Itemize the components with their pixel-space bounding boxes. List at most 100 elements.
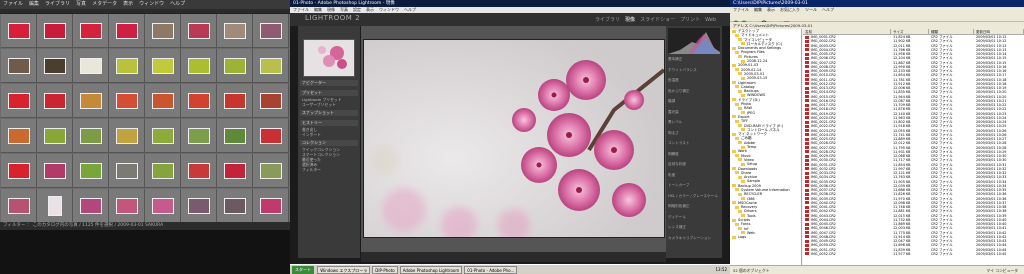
photo-thumbnail[interactable]: [7, 22, 30, 39]
folder-icon[interactable]: [735, 188, 739, 192]
raw-file-icon[interactable]: [805, 56, 809, 60]
folder-icon[interactable]: [741, 197, 745, 201]
grid-cell[interactable]: [253, 84, 289, 118]
grid-cell[interactable]: [109, 189, 145, 223]
photo-thumbnail[interactable]: [7, 162, 30, 179]
folder-icon[interactable]: [738, 55, 742, 59]
raw-file-icon[interactable]: [805, 129, 809, 132]
folder-icon[interactable]: [738, 89, 742, 93]
folder-icon[interactable]: [735, 50, 739, 54]
raw-file-icon[interactable]: [805, 171, 809, 175]
folder-icon[interactable]: [738, 158, 742, 162]
folder-icon[interactable]: [735, 68, 739, 72]
photo-thumbnail[interactable]: [187, 127, 210, 144]
photo-thumbnail[interactable]: [43, 127, 66, 144]
grid-cell[interactable]: [73, 84, 109, 118]
monitor1-menu-item[interactable]: ファイル: [3, 1, 23, 7]
tree-item-label[interactable]: Logs: [738, 235, 746, 239]
develop-setting[interactable]: 色かぶり補正: [668, 89, 720, 94]
raw-file-icon[interactable]: [805, 201, 809, 205]
grid-cell[interactable]: [253, 189, 289, 223]
taskbar-button[interactable]: Adobe Photoshop Lightroom: [399, 266, 463, 274]
raw-file-icon[interactable]: [805, 35, 809, 39]
module-tab[interactable]: Web: [705, 17, 716, 23]
folder-icon[interactable]: [732, 132, 736, 136]
grid-cell[interactable]: [1, 119, 37, 153]
develop-setting[interactable]: 基本補正: [668, 57, 720, 62]
grid-cell[interactable]: [145, 14, 181, 48]
column-header[interactable]: サイズ: [891, 29, 929, 34]
monitor3-menu-item[interactable]: ツール: [805, 7, 817, 12]
folder-icon[interactable]: [732, 201, 736, 205]
grid-cell[interactable]: [217, 84, 253, 118]
photo-thumbnail[interactable]: [259, 92, 282, 109]
raw-file-icon[interactable]: [805, 124, 809, 128]
develop-setting[interactable]: カメラキャリブレーション: [668, 236, 720, 241]
grid-cell[interactable]: [145, 154, 181, 188]
raw-file-icon[interactable]: [805, 52, 809, 56]
folder-icon[interactable]: [732, 63, 736, 67]
grid-cell[interactable]: [73, 14, 109, 48]
grid-cell[interactable]: [145, 119, 181, 153]
file-cell[interactable]: 11,977 KB: [891, 252, 929, 256]
photo-thumbnail[interactable]: [151, 162, 174, 179]
develop-setting[interactable]: 明るさ: [668, 131, 720, 136]
photo-thumbnail[interactable]: [115, 127, 138, 144]
file-cell[interactable]: CR2 ファイル: [929, 252, 974, 256]
photo-thumbnail[interactable]: [259, 162, 282, 179]
raw-file-icon[interactable]: [805, 163, 809, 166]
develop-setting[interactable]: 明瞭度: [668, 152, 720, 157]
folder-icon[interactable]: [738, 124, 742, 128]
monitor2-menu-item[interactable]: 編集: [314, 7, 322, 12]
folder-icon[interactable]: [738, 175, 742, 179]
photo-thumbnail[interactable]: [223, 92, 246, 109]
folder-tree[interactable]: デスクトップ マイドキュメント マイコンピュータ ローカルディスク (C:) Docum…: [730, 29, 802, 265]
folder-icon[interactable]: [738, 227, 742, 231]
grid-cell[interactable]: [1, 14, 37, 48]
photo-thumbnail[interactable]: [43, 22, 66, 39]
monitor1-menu-item[interactable]: 表示: [123, 1, 133, 7]
address-bar[interactable]: アドレス C:\Users\DIP\Pictures\2009-03-01: [730, 22, 1024, 29]
folder-icon[interactable]: [735, 119, 739, 123]
folder-icon[interactable]: [741, 128, 745, 132]
grid-cell[interactable]: [73, 189, 109, 223]
photo-thumbnail[interactable]: [79, 197, 102, 214]
module-tab[interactable]: プリント: [680, 17, 700, 23]
folder-icon[interactable]: [741, 145, 745, 149]
photo-thumbnail[interactable]: [43, 162, 66, 179]
grid-cell[interactable]: [181, 14, 217, 48]
monitor2-menu-item[interactable]: 設定: [353, 7, 361, 12]
develop-setting[interactable]: コントラスト: [668, 141, 720, 146]
folder-icon[interactable]: [741, 162, 745, 166]
navigator-preview[interactable]: [303, 39, 355, 77]
grid-cell[interactable]: [253, 119, 289, 153]
raw-file-icon[interactable]: [805, 112, 809, 115]
raw-file-icon[interactable]: [805, 209, 809, 213]
grid-cell[interactable]: [181, 119, 217, 153]
monitor3-menu-item[interactable]: ヘルプ: [822, 7, 834, 12]
folder-icon[interactable]: [741, 111, 745, 115]
folder-icon[interactable]: [738, 209, 742, 213]
module-tab[interactable]: 現像: [625, 17, 635, 23]
photo-thumbnail[interactable]: [151, 22, 174, 39]
folder-icon[interactable]: [741, 179, 745, 183]
photo-thumbnail[interactable]: [259, 197, 282, 214]
monitor3-menu-item[interactable]: 表示: [767, 7, 775, 12]
raw-file-icon[interactable]: [805, 192, 809, 196]
raw-file-icon[interactable]: [805, 231, 809, 234]
column-header[interactable]: 更新日時: [974, 29, 1024, 34]
monitor1-menu-item[interactable]: 写真: [76, 1, 86, 7]
grid-cell[interactable]: [217, 14, 253, 48]
grid-cell[interactable]: [181, 49, 217, 83]
monitor2-menu-item[interactable]: 写真: [340, 7, 348, 12]
raw-file-icon[interactable]: [805, 99, 809, 103]
raw-file-icon[interactable]: [805, 48, 809, 52]
left-panel-header[interactable]: ヒストリー: [300, 120, 358, 126]
raw-file-icon[interactable]: [805, 158, 809, 162]
photo-thumbnail[interactable]: [79, 127, 102, 144]
raw-file-icon[interactable]: [805, 107, 809, 111]
raw-file-icon[interactable]: [805, 239, 809, 243]
raw-file-icon[interactable]: [805, 154, 809, 158]
raw-file-icon[interactable]: [805, 82, 809, 86]
photo-thumbnail[interactable]: [7, 127, 30, 144]
